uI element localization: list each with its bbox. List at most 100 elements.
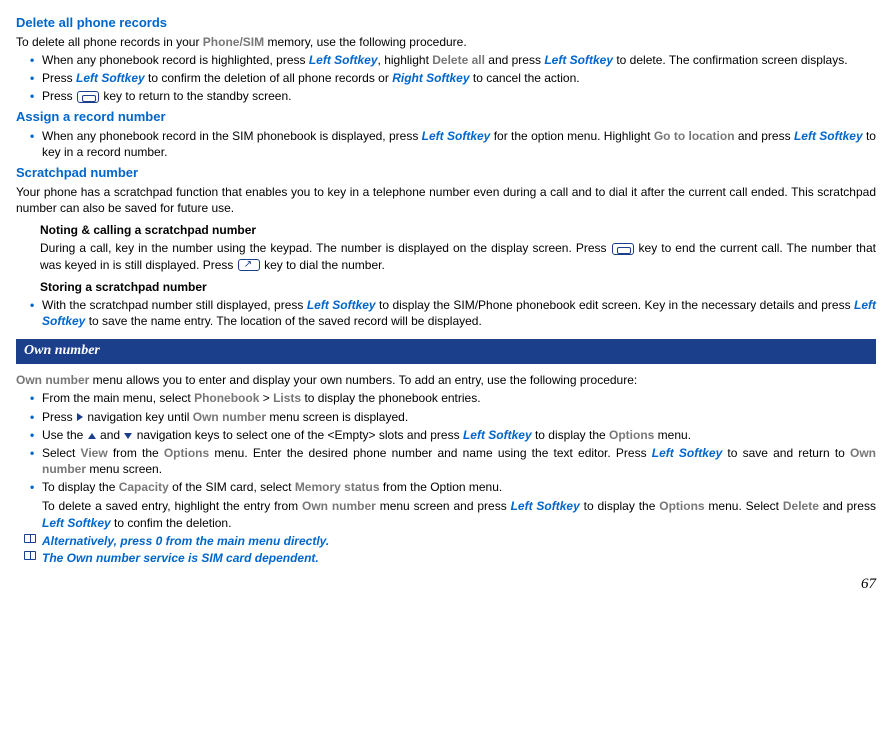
text: Press (42, 71, 76, 85)
text: , highlight (378, 53, 433, 67)
text: and (97, 428, 124, 442)
left-softkey: Left Softkey (652, 446, 723, 460)
left-softkey: Left Softkey (76, 71, 145, 85)
text: During a call, key in the number using t… (40, 241, 611, 255)
text-noting: During a call, key in the number using t… (40, 240, 876, 272)
label-phonebook: Phonebook (194, 391, 259, 405)
left-softkey: Left Softkey (42, 516, 111, 530)
text: menu screen. (86, 462, 162, 476)
list-storing: With the scratchpad number still display… (16, 297, 876, 329)
list-delete-all: When any phonebook record is highlighted… (16, 52, 876, 105)
text: to save and return to (722, 446, 850, 460)
label-delete: Delete (783, 499, 819, 513)
text: Select (42, 446, 81, 460)
text: to confirm the deletion of all phone rec… (145, 71, 392, 85)
note-alternative: Alternatively, press 0 from the main men… (16, 533, 876, 549)
end-key-icon (612, 243, 634, 255)
text: to delete. The confirmation screen displ… (613, 53, 848, 67)
label-own-number: Own number (16, 373, 89, 387)
text: menu allows you to enter and display you… (89, 373, 637, 387)
note-sim-dependent: The Own number service is SIM card depen… (16, 550, 876, 566)
left-softkey: Left Softkey (422, 129, 491, 143)
text: memory, use the following procedure. (264, 35, 467, 49)
text: Alternatively, press (42, 534, 156, 548)
label-delete-all: Delete all (432, 53, 485, 67)
heading-assign-record: Assign a record number (16, 108, 876, 126)
note-text: The Own number service is SIM card depen… (42, 551, 319, 565)
text: From the main menu, select (42, 391, 194, 405)
text: and press (485, 53, 544, 67)
label-options: Options (659, 499, 704, 513)
list-item: When any phonebook record in the SIM pho… (16, 128, 876, 160)
text: To delete all phone records in your (16, 35, 203, 49)
nav-up-icon (88, 433, 96, 439)
list-own-number: From the main menu, select Phonebook > L… (16, 390, 876, 495)
text: menu. Enter the desired phone number and… (209, 446, 652, 460)
text: To display the (42, 480, 119, 494)
list-item: Press key to return to the standby scree… (16, 88, 876, 104)
text: With the scratchpad number still display… (42, 298, 307, 312)
text: to display the SIM/Phone phonebook edit … (376, 298, 854, 312)
subheading-noting: Noting & calling a scratchpad number (40, 222, 876, 238)
end-key-icon (77, 91, 99, 103)
intro-own-number: Own number menu allows you to enter and … (16, 372, 876, 388)
subheading-storing: Storing a scratchpad number (40, 279, 876, 295)
text: key to dial the number. (261, 258, 385, 272)
left-softkey: Left Softkey (309, 53, 378, 67)
text: from the main menu directly. (162, 534, 329, 548)
text: to display the (580, 499, 659, 513)
text: to save the name entry. The location of … (85, 314, 481, 328)
left-softkey: Left Softkey (794, 129, 863, 143)
text: and press (735, 129, 794, 143)
label-own-number: Own number (302, 499, 376, 513)
text: To delete a saved entry, highlight the e… (42, 499, 302, 513)
text: Use the (42, 428, 87, 442)
label-view: View (81, 446, 113, 460)
text: menu screen and press (376, 499, 511, 513)
label-phone-sim: Phone/SIM (203, 35, 264, 49)
text: menu. (654, 428, 691, 442)
label-options: Options (164, 446, 209, 460)
sub-noting-calling: Noting & calling a scratchpad number Dur… (16, 222, 876, 273)
text: When any phonebook record is highlighted… (42, 53, 309, 67)
book-icon (24, 534, 36, 543)
nav-right-icon (77, 413, 83, 421)
list-assign-record: When any phonebook record in the SIM pho… (16, 128, 876, 160)
text-delete-entry: To delete a saved entry, highlight the e… (16, 498, 876, 530)
text: > (259, 391, 273, 405)
list-item: Press Left Softkey to confirm the deleti… (16, 70, 876, 86)
label-options: Options (609, 428, 654, 442)
text: to cancel the action. (470, 71, 580, 85)
text: Press (42, 410, 76, 424)
text: When any phonebook record in the SIM pho… (42, 129, 422, 143)
book-icon (24, 551, 36, 560)
label-memory-status: Memory status (295, 480, 380, 494)
left-softkey: Left Softkey (511, 499, 580, 513)
page-number: 67 (16, 574, 876, 594)
text: from the Option menu. (380, 480, 503, 494)
text: menu. Select (705, 499, 783, 513)
heading-delete-all: Delete all phone records (16, 14, 876, 32)
text: menu screen is displayed. (266, 410, 408, 424)
text: Press (42, 89, 76, 103)
label-own-number: Own number (193, 410, 266, 424)
heading-scratchpad: Scratchpad number (16, 164, 876, 182)
label-capacity: Capacity (119, 480, 169, 494)
text: for the option menu. Highlight (490, 129, 653, 143)
left-softkey: Left Softkey (463, 428, 532, 442)
right-softkey: Right Softkey (392, 71, 469, 85)
note-text: Alternatively, press 0 from the main men… (42, 534, 329, 548)
text: to display the phonebook entries. (301, 391, 480, 405)
list-item: With the scratchpad number still display… (16, 297, 876, 329)
list-item: Use the and navigation keys to select on… (16, 427, 876, 443)
call-key-icon (238, 259, 260, 271)
text: to confim the deletion. (111, 516, 232, 530)
text: navigation key until (84, 410, 193, 424)
left-softkey: Left Softkey (307, 298, 376, 312)
nav-down-icon (124, 433, 132, 439)
text: from the (113, 446, 164, 460)
list-item: Press navigation key until Own number me… (16, 409, 876, 425)
section-bar-own-number: Own number (16, 339, 876, 364)
text: navigation keys to select one of the <Em… (133, 428, 463, 442)
label-lists: Lists (273, 391, 301, 405)
